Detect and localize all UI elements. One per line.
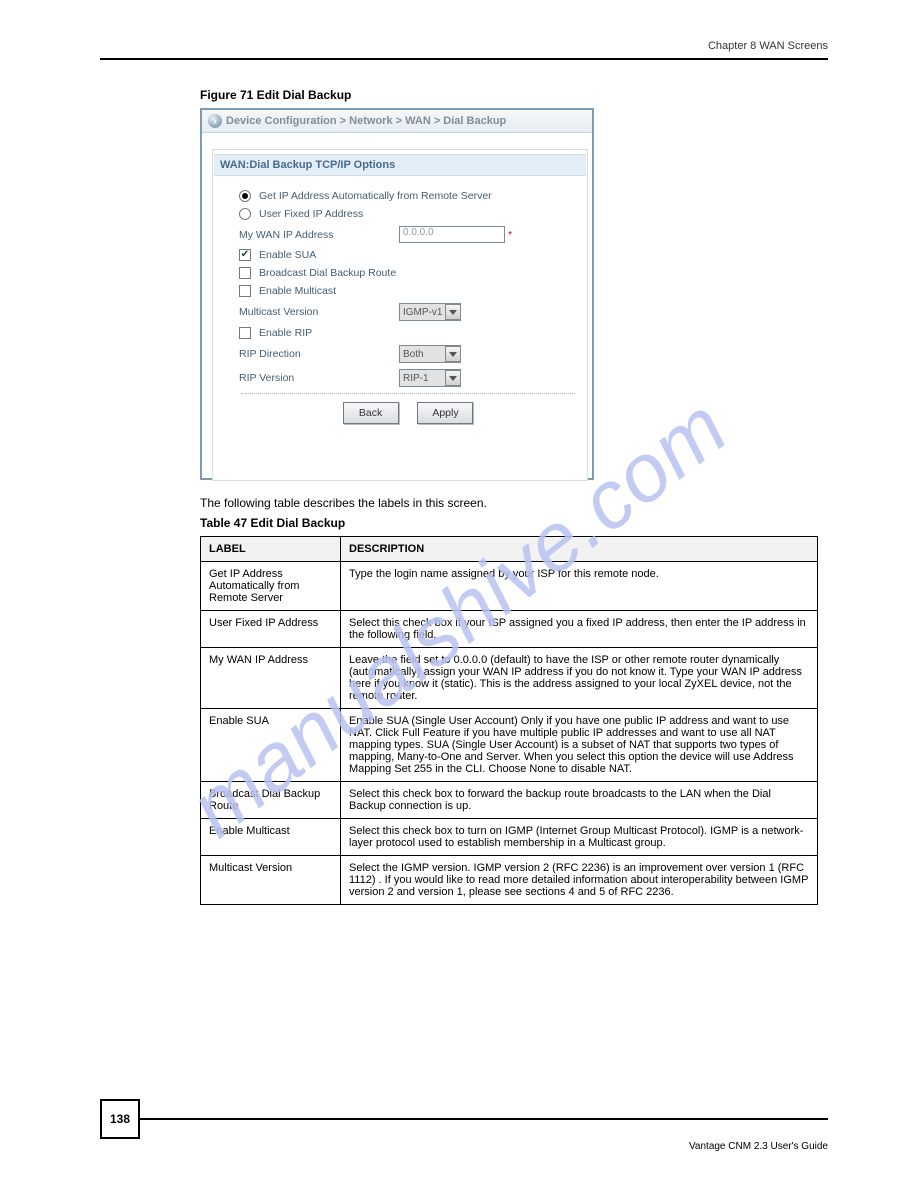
breadcrumb-text: Device Configuration > Network > WAN > D… xyxy=(226,115,506,127)
panel-title: WAN:Dial Backup TCP/IP Options xyxy=(214,154,586,176)
radio-fixed-ip-label: User Fixed IP Address xyxy=(259,208,363,220)
rip-version-label: RIP Version xyxy=(239,372,399,384)
enable-multicast-label: Enable Multicast xyxy=(259,285,336,297)
rip-direction-select[interactable]: Both xyxy=(399,345,461,363)
table-row: My WAN IP AddressLeave the field set to … xyxy=(201,648,818,709)
radio-auto-ip-label: Get IP Address Automatically from Remote… xyxy=(259,190,492,202)
divider xyxy=(241,393,575,394)
table-row: Get IP Address Automatically from Remote… xyxy=(201,562,818,611)
enable-rip-checkbox[interactable] xyxy=(239,327,251,339)
table-row: Broadcast Dial Backup RouteSelect this c… xyxy=(201,782,818,819)
figure-caption: Figure 71 Edit Dial Backup xyxy=(200,88,828,102)
footer-rule xyxy=(140,1118,828,1120)
table-row: Enable MulticastSelect this check box to… xyxy=(201,819,818,856)
rip-direction-label: RIP Direction xyxy=(239,348,399,360)
table-intro-text: The following table describes the labels… xyxy=(200,496,828,510)
back-button[interactable]: Back xyxy=(343,402,399,424)
th-label: LABEL xyxy=(201,537,341,562)
config-screenshot: › Device Configuration > Network > WAN >… xyxy=(200,108,594,480)
page-footer: 138 Vantage CNM 2.3 User's Guide xyxy=(100,1099,828,1152)
description-table: LABEL DESCRIPTION Get IP Address Automat… xyxy=(200,536,818,905)
multicast-version-label: Multicast Version xyxy=(239,306,399,318)
rip-version-select[interactable]: RIP-1 xyxy=(399,369,461,387)
enable-sua-label: Enable SUA xyxy=(259,249,316,261)
breadcrumb-icon: › xyxy=(208,114,222,128)
table-row: User Fixed IP AddressSelect this check b… xyxy=(201,611,818,648)
required-asterisk: * xyxy=(508,229,512,241)
table-row: Multicast VersionSelect the IGMP version… xyxy=(201,856,818,905)
apply-button[interactable]: Apply xyxy=(417,402,473,424)
my-wan-ip-input[interactable]: 0.0.0.0 xyxy=(399,226,505,243)
breadcrumb: › Device Configuration > Network > WAN >… xyxy=(202,110,592,133)
table-row: Enable SUAEnable SUA (Single User Accoun… xyxy=(201,709,818,782)
broadcast-label: Broadcast Dial Backup Route xyxy=(259,267,396,279)
enable-multicast-checkbox[interactable] xyxy=(239,285,251,297)
th-desc: DESCRIPTION xyxy=(341,537,818,562)
my-wan-ip-label: My WAN IP Address xyxy=(239,229,399,241)
broadcast-checkbox[interactable] xyxy=(239,267,251,279)
footer-guide-text: Vantage CNM 2.3 User's Guide xyxy=(100,1141,828,1152)
chapter-heading: Chapter 8 WAN Screens xyxy=(100,40,828,52)
radio-auto-ip[interactable] xyxy=(239,190,251,202)
enable-rip-label: Enable RIP xyxy=(259,327,312,339)
page-number: 138 xyxy=(100,1099,140,1139)
chevron-down-icon xyxy=(445,370,461,386)
radio-fixed-ip[interactable] xyxy=(239,208,251,220)
chevron-down-icon xyxy=(445,304,461,320)
multicast-version-select[interactable]: IGMP-v1 xyxy=(399,303,461,321)
header-rule xyxy=(100,58,828,60)
enable-sua-checkbox[interactable] xyxy=(239,249,251,261)
table-caption: Table 47 Edit Dial Backup xyxy=(200,516,828,530)
chevron-down-icon xyxy=(445,346,461,362)
